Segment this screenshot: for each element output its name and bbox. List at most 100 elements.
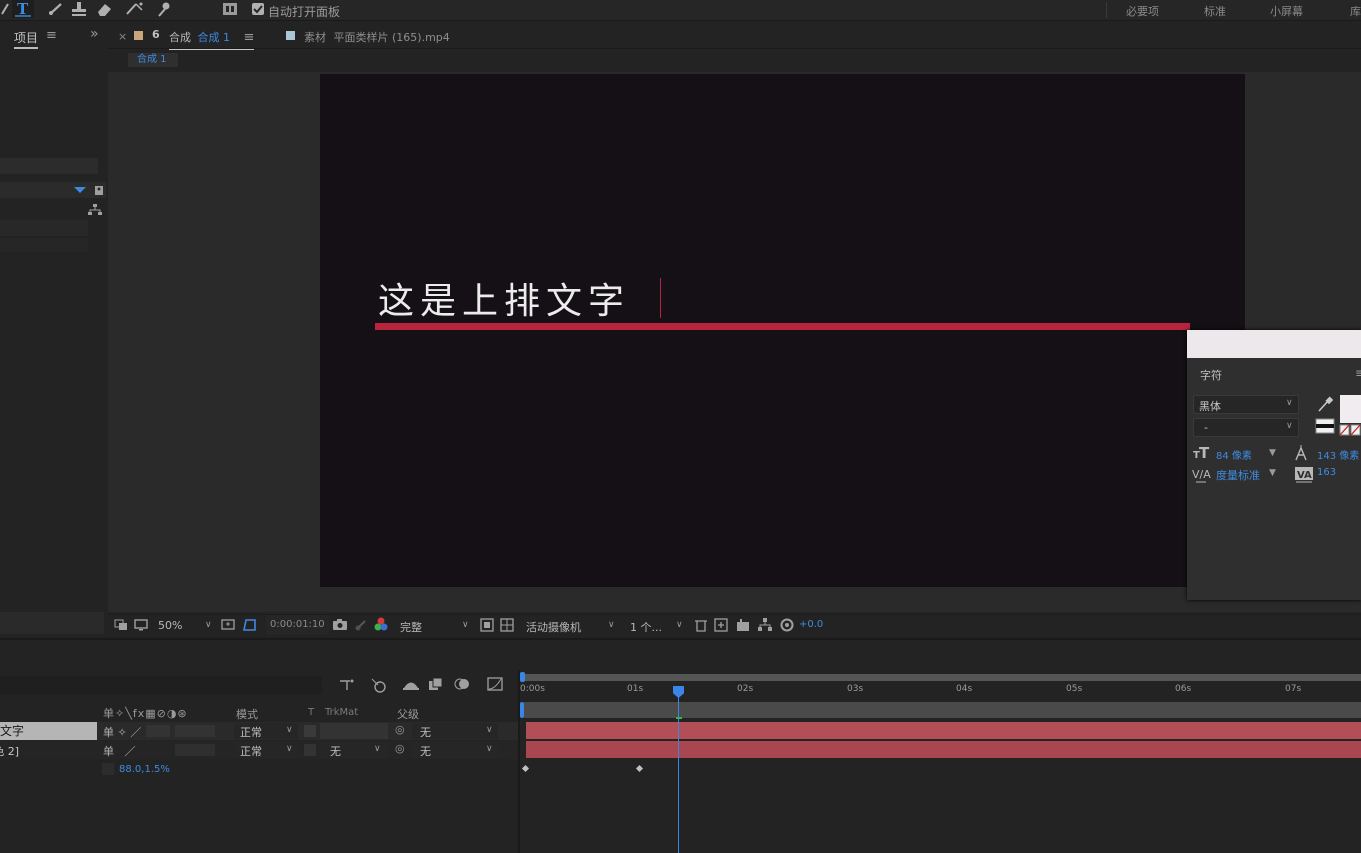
motion-blur-icon[interactable] — [453, 677, 471, 691]
tag-icon[interactable] — [94, 184, 104, 196]
channel-rgb-icon[interactable] — [374, 617, 388, 632]
camera-chevron-down-icon[interactable]: ∨ — [608, 620, 615, 630]
keyframe-diamond[interactable] — [635, 764, 644, 773]
layer-trkmat-box[interactable] — [304, 744, 316, 756]
layer-name[interactable]: 文字 — [0, 722, 97, 740]
character-panel-titlebar[interactable] — [1187, 330, 1361, 358]
font-family-dropdown[interactable]: 黑体 ∨ — [1193, 395, 1299, 414]
work-area-start-marker[interactable] — [520, 672, 525, 682]
layer-row[interactable]: 文字 单 ✧ ／ 正常 ∨ ◎ 无 ∨ — [0, 722, 518, 740]
pen-tool-icon[interactable] — [0, 2, 10, 16]
layer-duration-bar[interactable] — [526, 741, 1361, 758]
layer-parent-dropdown[interactable]: 无 ∨ — [412, 742, 498, 758]
draft-3d-icon[interactable] — [370, 677, 388, 693]
flowchart-view-icon[interactable] — [758, 618, 772, 632]
expand-panels-icon[interactable]: » — [90, 26, 99, 42]
region-of-interest-icon[interactable] — [480, 618, 494, 632]
layer-parent-dropdown[interactable]: 无 ∨ — [412, 723, 498, 739]
layer-switch-box[interactable] — [175, 744, 215, 756]
workspace-essentials[interactable]: 必要项 — [1126, 3, 1159, 19]
zoom-dropdown[interactable]: 50% — [158, 619, 182, 632]
timeline-icon[interactable] — [736, 618, 750, 632]
shy-layers-icon[interactable] — [402, 677, 420, 691]
lock-icon[interactable]: 6 — [152, 28, 160, 41]
camera-dropdown[interactable]: 活动摄像机 — [526, 619, 581, 635]
font-size-value[interactable]: 84 像素 — [1216, 447, 1252, 462]
project-search-input[interactable] — [0, 158, 98, 174]
character-panel-menu-icon[interactable]: ≡ — [1355, 366, 1361, 380]
canvas-text-layer[interactable]: 这是上排文字 — [378, 272, 630, 324]
font-style-dropdown[interactable]: - ∨ — [1193, 418, 1299, 437]
project-tab[interactable]: 项目 — [14, 29, 39, 49]
graph-editor-icon[interactable] — [487, 677, 503, 691]
work-area-bar[interactable] — [524, 702, 1361, 718]
transparency-grid-icon[interactable] — [500, 618, 514, 632]
resolution-chevron-down-icon[interactable]: ∨ — [462, 620, 469, 630]
work-area-start-handle[interactable] — [520, 702, 524, 718]
fill-color-swatch[interactable] — [1340, 395, 1361, 423]
type-tool-icon[interactable]: T — [12, 0, 34, 18]
views-chevron-down-icon[interactable]: ∨ — [676, 620, 683, 630]
layer-mode-dropdown[interactable]: 正常 ∨ — [234, 723, 298, 739]
composition-breadcrumb[interactable]: 合成 1 — [128, 53, 178, 67]
workspace-small-screen[interactable]: 小屏幕 — [1270, 3, 1303, 19]
timeline-split-divider[interactable] — [518, 670, 520, 853]
toggle-view-options-icon[interactable] — [694, 618, 708, 632]
no-stroke-icon[interactable] — [1339, 424, 1361, 436]
layer-switches[interactable]: 单 ／ — [103, 743, 136, 759]
font-size-chevron-icon[interactable]: ▼ — [1269, 448, 1276, 458]
views-dropdown[interactable]: 1 个... — [630, 619, 662, 635]
layer-switch-box[interactable] — [146, 725, 170, 737]
kerning-chevron-icon[interactable]: ▼ — [1269, 468, 1276, 478]
workspace-libraries[interactable]: 库 — [1350, 3, 1361, 19]
mask-path-icon[interactable] — [242, 617, 258, 633]
sort-dropdown-icon[interactable] — [74, 187, 86, 194]
layer-mode-dropdown[interactable]: 正常 ∨ — [234, 742, 298, 758]
time-navigator[interactable] — [522, 674, 1361, 681]
layer-row[interactable]: [红色 2] 单 ／ 正常 ∨ 无 ∨ ◎ 无 ∨ — [0, 741, 518, 759]
zoom-chevron-down-icon[interactable]: ∨ — [205, 620, 212, 630]
monitor-icon[interactable] — [134, 619, 148, 631]
tracking-value[interactable]: 163 — [1317, 467, 1336, 478]
exposure-value[interactable]: +0.0 — [799, 619, 823, 630]
resolution-dropdown[interactable]: 完整 — [400, 619, 422, 635]
trkmat-header[interactable]: TrkMat — [325, 707, 358, 718]
parent-pickwhip-icon[interactable]: ◎ — [395, 723, 405, 736]
keyframe-diamond[interactable] — [521, 764, 530, 773]
eyedropper-icon[interactable] — [1317, 395, 1333, 413]
layer-trkmat-box[interactable] — [304, 725, 316, 737]
flowchart-icon[interactable] — [88, 204, 102, 216]
eraser-tool-icon[interactable] — [95, 1, 113, 17]
brush-tool-icon[interactable] — [48, 2, 64, 16]
panel-toggle-icon[interactable] — [222, 2, 238, 16]
composition-tab[interactable]: 合成 合成 1 ≡ — [169, 29, 255, 50]
timeline-search-input[interactable] — [0, 676, 322, 694]
composition-tab-menu-icon[interactable]: ≡ — [244, 30, 255, 45]
fit-frame-icon[interactable] — [221, 618, 237, 632]
roto-brush-tool-icon[interactable] — [124, 1, 146, 17]
footage-tab[interactable]: 素材 平面类样片 (165).mp4 — [304, 29, 450, 45]
exposure-reset-icon[interactable] — [780, 618, 794, 632]
swap-fill-stroke-icon[interactable] — [1315, 418, 1335, 434]
property-value[interactable]: 88.0,1.5% — [119, 764, 170, 775]
layer-name[interactable]: [红色 2] — [0, 743, 19, 759]
current-timecode[interactable]: 0:00:01:10 — [266, 615, 329, 635]
leading-value[interactable]: 143 像素 — [1317, 447, 1359, 462]
kerning-value[interactable]: 度量标准 — [1216, 467, 1260, 483]
parent-pickwhip-icon[interactable]: ◎ — [395, 742, 405, 755]
layer-duration-bar[interactable] — [526, 722, 1361, 739]
property-stopwatch-box[interactable] — [102, 763, 114, 775]
accent-line-layer[interactable] — [375, 323, 1190, 330]
time-ruler[interactable]: 0:00s 01s 02s 03s 04s 05s 06s 07s — [520, 682, 1361, 700]
auto-open-panel-checkbox[interactable] — [252, 3, 264, 15]
playhead-line[interactable] — [678, 696, 679, 853]
layer-trkmat-dropdown[interactable]: 无 ∨ — [320, 742, 388, 758]
workspace-standard[interactable]: 标准 — [1204, 3, 1226, 19]
composition-canvas[interactable]: 这是上排文字 — [320, 74, 1245, 587]
snapshot-camera-icon[interactable] — [332, 618, 348, 631]
parent-header[interactable]: 父级 — [397, 706, 419, 722]
project-tab-menu-icon[interactable]: ≡ — [46, 28, 57, 43]
layer-switch-box[interactable] — [175, 725, 215, 737]
close-tab-icon[interactable]: × — [118, 30, 127, 43]
layer-switches[interactable]: 单 ✧ ／ — [103, 724, 141, 740]
